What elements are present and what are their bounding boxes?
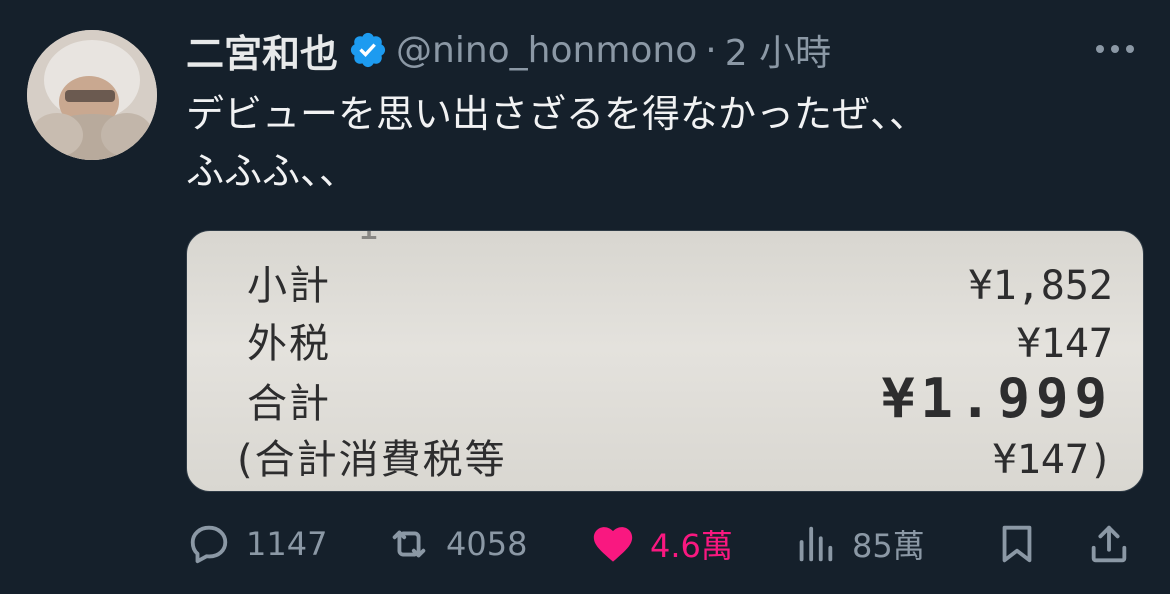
separator-dot: · xyxy=(705,29,717,71)
reply-count: 1147 xyxy=(246,525,328,563)
receipt-cutoff-line: 1 ◦◦ ◦ ◦ ◦◦◦ ◦◦◦◦◦◦ ◦◦ xyxy=(357,231,1113,248)
avatar-photo xyxy=(27,30,157,160)
bookmark-button[interactable] xyxy=(994,516,1040,572)
receipt-value: ¥1,852 xyxy=(968,263,1114,309)
retweet-count: 4058 xyxy=(446,525,528,563)
receipt-value: ¥147) xyxy=(992,437,1113,483)
receipt-label: (合計消費税等 xyxy=(237,437,507,483)
action-bar: 1147 4058 4.6萬 85萬 xyxy=(186,516,1136,572)
verified-badge-icon[interactable] xyxy=(348,30,388,70)
reply-icon xyxy=(190,525,228,564)
receipt-value: ¥1.999 xyxy=(881,367,1113,430)
tweet-header: 二宮和也 @nino_honmono · 2 小時 xyxy=(186,22,831,78)
share-button[interactable] xyxy=(1086,516,1132,572)
display-name[interactable]: 二宮和也 xyxy=(186,23,338,78)
receipt-label: 合計 xyxy=(247,381,331,427)
reply-button[interactable]: 1147 xyxy=(186,516,327,572)
like-button[interactable]: 4.6萬 xyxy=(590,516,733,572)
receipt-label: 小計 xyxy=(247,263,331,309)
avatar[interactable] xyxy=(27,30,157,160)
like-count: 4.6萬 xyxy=(650,527,733,565)
views-bar-chart-icon xyxy=(799,526,833,562)
user-handle[interactable]: @nino_honmono xyxy=(396,30,697,71)
bookmark-icon xyxy=(1002,525,1032,563)
tweet-media-image[interactable]: 1 ◦◦ ◦ ◦ ◦◦◦ ◦◦◦◦◦◦ ◦◦ 小計 ¥1,852 外税 ¥147… xyxy=(186,230,1144,492)
tweet-text: デビューを思い出さざるを得なかったぜ、、 ふふふ、、 xyxy=(186,92,928,193)
share-icon xyxy=(1091,525,1127,563)
receipt-value: ¥147 xyxy=(1016,321,1113,367)
receipt-label: 外税 xyxy=(247,321,331,367)
receipt-row: 合計 ¥1.999 xyxy=(247,367,1113,430)
retweet-button[interactable]: 4058 xyxy=(386,516,527,572)
receipt-row: 小計 ¥1,852 xyxy=(247,253,1113,311)
tweet-time[interactable]: 2 小時 xyxy=(725,24,831,76)
views-button[interactable]: 85萬 xyxy=(792,516,925,572)
retweet-icon xyxy=(392,530,426,558)
more-options-icon[interactable] xyxy=(1096,34,1134,64)
receipt-row: 外税 ¥147 xyxy=(247,311,1113,369)
views-count: 85萬 xyxy=(852,527,925,565)
receipt-row: (合計消費税等 ¥147) xyxy=(237,427,1113,485)
heart-filled-icon xyxy=(593,527,633,562)
